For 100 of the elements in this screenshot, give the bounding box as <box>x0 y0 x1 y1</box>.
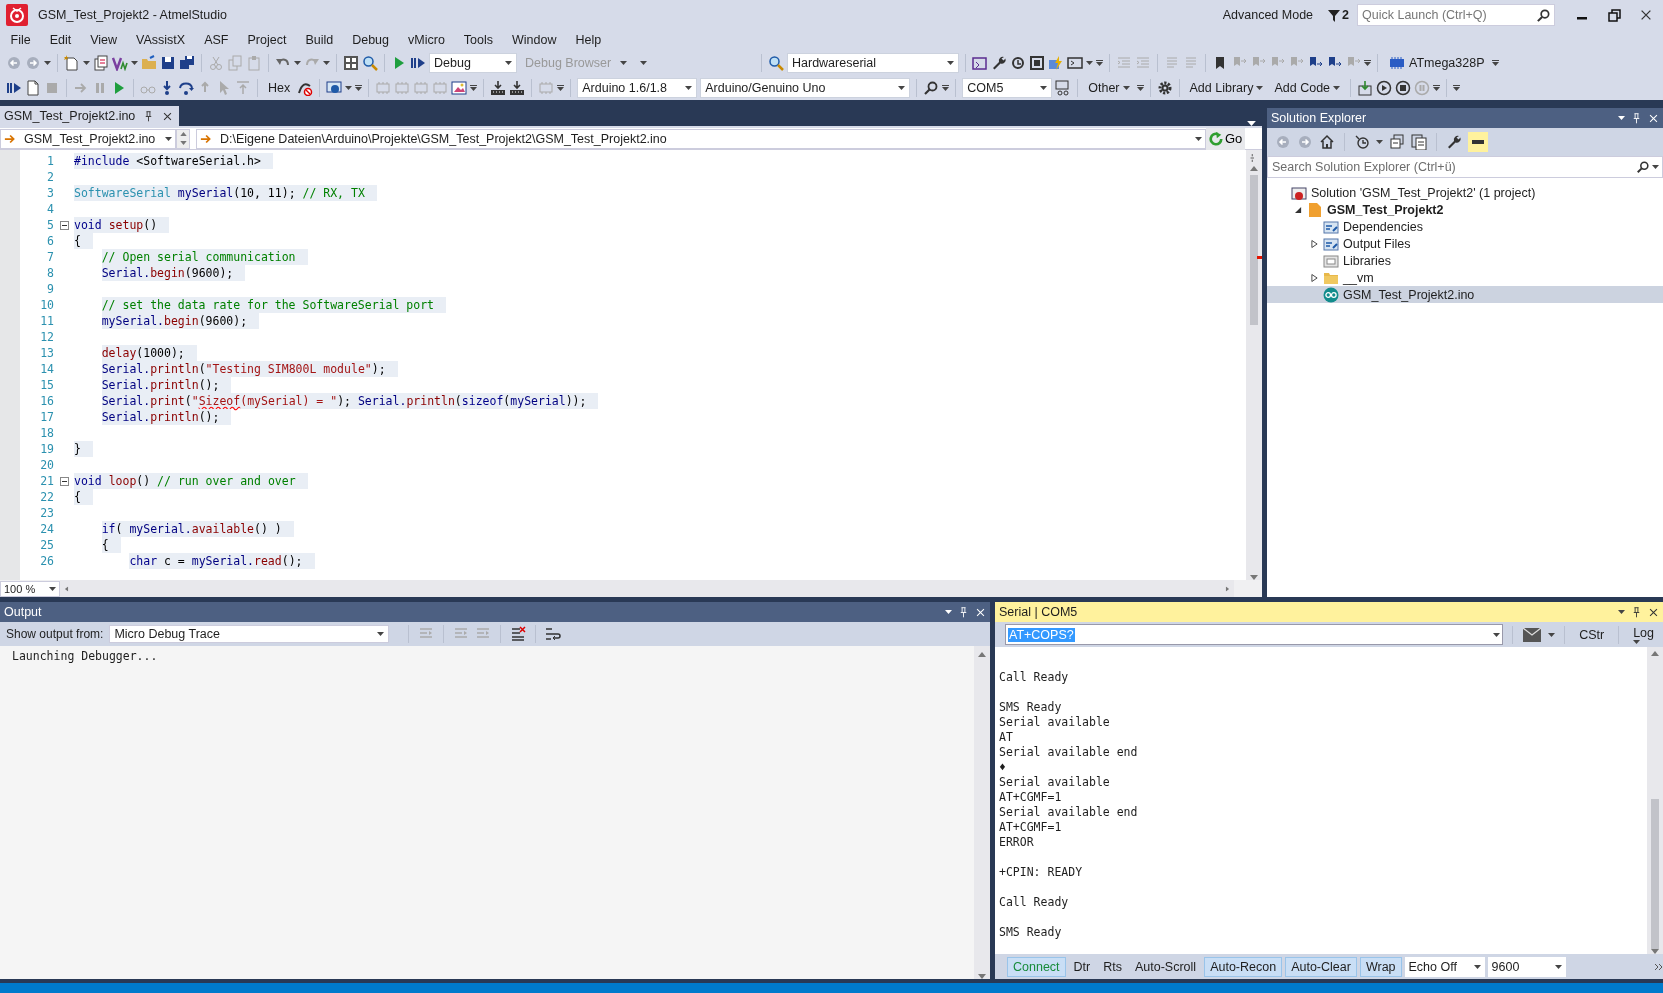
restore-icon[interactable] <box>1607 8 1621 22</box>
toggle-button[interactable]: Rts <box>1098 956 1127 977</box>
overflow-icon[interactable] <box>470 84 478 91</box>
scrollbar-thumb[interactable] <box>1651 799 1659 949</box>
dropdown-arrow-icon[interactable] <box>1333 85 1341 90</box>
add-file-icon[interactable] <box>93 54 109 71</box>
toolbar-button[interactable]: Hex <box>264 77 295 98</box>
dropdown-arrow-icon[interactable] <box>1256 85 1264 90</box>
dropdown-arrow-icon[interactable] <box>1122 85 1130 90</box>
history-icon[interactable] <box>1354 134 1370 150</box>
frame-icon[interactable] <box>1029 54 1045 71</box>
collapse-all-icon[interactable] <box>1389 134 1405 150</box>
dropdown-arrow-icon[interactable] <box>1554 964 1562 969</box>
down-icon[interactable] <box>179 141 187 145</box>
scrollbar[interactable] <box>1246 150 1262 580</box>
expanded-arrow-icon[interactable] <box>1294 205 1302 214</box>
overflow-icon[interactable] <box>557 84 565 91</box>
close-icon[interactable] <box>162 110 174 122</box>
echo-dropdown[interactable]: Echo Off <box>1404 956 1485 977</box>
menu-item[interactable]: Debug <box>342 33 399 47</box>
save-icon[interactable] <box>160 54 176 71</box>
baud-dropdown[interactable]: 9600 <box>1487 956 1566 977</box>
close-icon[interactable] <box>975 606 986 618</box>
serial-port-icon[interactable] <box>1055 79 1072 96</box>
new-project-icon[interactable] <box>64 54 80 71</box>
gear-icon[interactable] <box>1156 79 1173 96</box>
collapsed-arrow-icon[interactable] <box>1310 238 1318 249</box>
toggle-button[interactable]: Auto-Clear <box>1285 956 1357 977</box>
dropdown-arrow-icon[interactable] <box>898 85 906 90</box>
menu-item[interactable]: File <box>1 33 41 47</box>
overflow-icon[interactable] <box>1136 84 1144 91</box>
image-icon[interactable] <box>451 79 468 96</box>
close-icon[interactable] <box>1648 606 1659 618</box>
up-icon[interactable] <box>179 132 187 136</box>
menu-item[interactable]: Build <box>295 33 343 47</box>
dropdown-arrow-icon[interactable] <box>131 60 138 65</box>
dropdown[interactable]: Arduino 1.6/1.8 <box>577 77 698 98</box>
overflow-icon[interactable] <box>1433 84 1441 91</box>
tree-item[interactable]: Dependencies <box>1267 218 1663 235</box>
pin-icon[interactable] <box>1631 112 1642 124</box>
dropdown-arrow-icon[interactable] <box>505 60 512 65</box>
grid-icon[interactable] <box>343 54 359 71</box>
dropdown-arrow-icon[interactable] <box>44 60 51 65</box>
menu-item[interactable]: Help <box>566 33 611 47</box>
overflow-icon[interactable] <box>1491 59 1499 66</box>
show-all-files-icon[interactable] <box>1411 134 1427 150</box>
circle-stop-icon[interactable] <box>1395 79 1412 96</box>
wrench-icon[interactable] <box>991 54 1007 71</box>
overflow-icon[interactable] <box>1364 59 1371 66</box>
go-button[interactable]: Go <box>1206 127 1246 150</box>
collapsed-arrow-icon[interactable] <box>1310 272 1318 283</box>
dropdown[interactable]: COM5 <box>962 77 1053 98</box>
dropdown-button[interactable]: Add Code <box>1270 77 1345 98</box>
scrollbar[interactable] <box>1647 647 1663 954</box>
log-dropdown[interactable]: Log <box>1628 624 1659 645</box>
file-dropdown[interactable]: GSM_Test_Projekt2.ino <box>0 128 176 149</box>
menu-item[interactable]: vMicro <box>398 33 455 47</box>
clear-all-icon[interactable] <box>510 626 527 642</box>
search-icon[interactable] <box>1536 8 1551 23</box>
dropdown-arrow-icon[interactable] <box>1473 964 1481 969</box>
home-icon[interactable] <box>1319 134 1335 150</box>
overflow-icon[interactable] <box>1654 962 1663 971</box>
menu-item[interactable]: Window <box>502 33 566 47</box>
collapse-icon[interactable] <box>59 220 69 230</box>
console-icon[interactable] <box>1067 54 1083 71</box>
menu-item[interactable]: View <box>80 33 127 47</box>
menu-item[interactable]: Edit <box>40 33 81 47</box>
dropdown-arrow-icon[interactable] <box>1618 610 1625 614</box>
dropdown-arrow-icon[interactable] <box>165 136 172 141</box>
circle-play-icon[interactable] <box>1376 79 1393 96</box>
dropdown-arrow-icon[interactable] <box>947 60 954 65</box>
dropdown-arrow-icon[interactable] <box>1618 116 1625 120</box>
toggle-button[interactable]: Wrap <box>1359 956 1402 977</box>
scroll-up-icon[interactable] <box>978 652 986 657</box>
horizontal-scrollbar[interactable] <box>60 580 1234 597</box>
dropdown-arrow-icon[interactable] <box>49 586 56 591</box>
path-dropdown[interactable]: D:\Eigene Dateien\Arduino\Projekte\GSM_Test_Projekt2\GSM_Test_Projekt2.ino <box>196 128 1206 149</box>
dropdown-arrow-icon[interactable] <box>345 85 353 90</box>
dropdown-button[interactable]: Other <box>1084 77 1134 98</box>
close-icon[interactable] <box>1648 112 1659 124</box>
collapse-icon[interactable] <box>59 476 69 486</box>
properties-icon[interactable] <box>1446 134 1462 150</box>
overflow-icon[interactable] <box>1453 84 1461 91</box>
dropdown-arrow-icon[interactable] <box>640 60 647 65</box>
word-wrap-icon[interactable] <box>545 626 562 642</box>
dropdown-arrow-icon[interactable] <box>1633 639 1641 644</box>
search-icon[interactable] <box>923 79 940 96</box>
scroll-up-icon[interactable] <box>1651 651 1659 656</box>
dropdown-arrow-icon[interactable] <box>1247 121 1256 126</box>
scroll-up-icon[interactable] <box>1250 166 1258 171</box>
tree-item[interactable]: Solution 'GSM_Test_Projekt2' (1 project) <box>1267 184 1663 201</box>
save-all-icon[interactable] <box>179 54 195 71</box>
output-source-dropdown[interactable]: Micro Debug Trace <box>109 625 390 643</box>
document-tab[interactable]: GSM_Test_Projekt2.ino <box>0 106 180 126</box>
magnifier-icon[interactable] <box>362 54 378 71</box>
dropdown-arrow-icon[interactable] <box>1195 136 1202 141</box>
overflow-icon[interactable] <box>942 84 950 91</box>
menu-item[interactable]: Project <box>238 33 296 47</box>
scrollbar[interactable] <box>974 646 990 979</box>
tree-item[interactable]: __vm <box>1267 269 1663 286</box>
